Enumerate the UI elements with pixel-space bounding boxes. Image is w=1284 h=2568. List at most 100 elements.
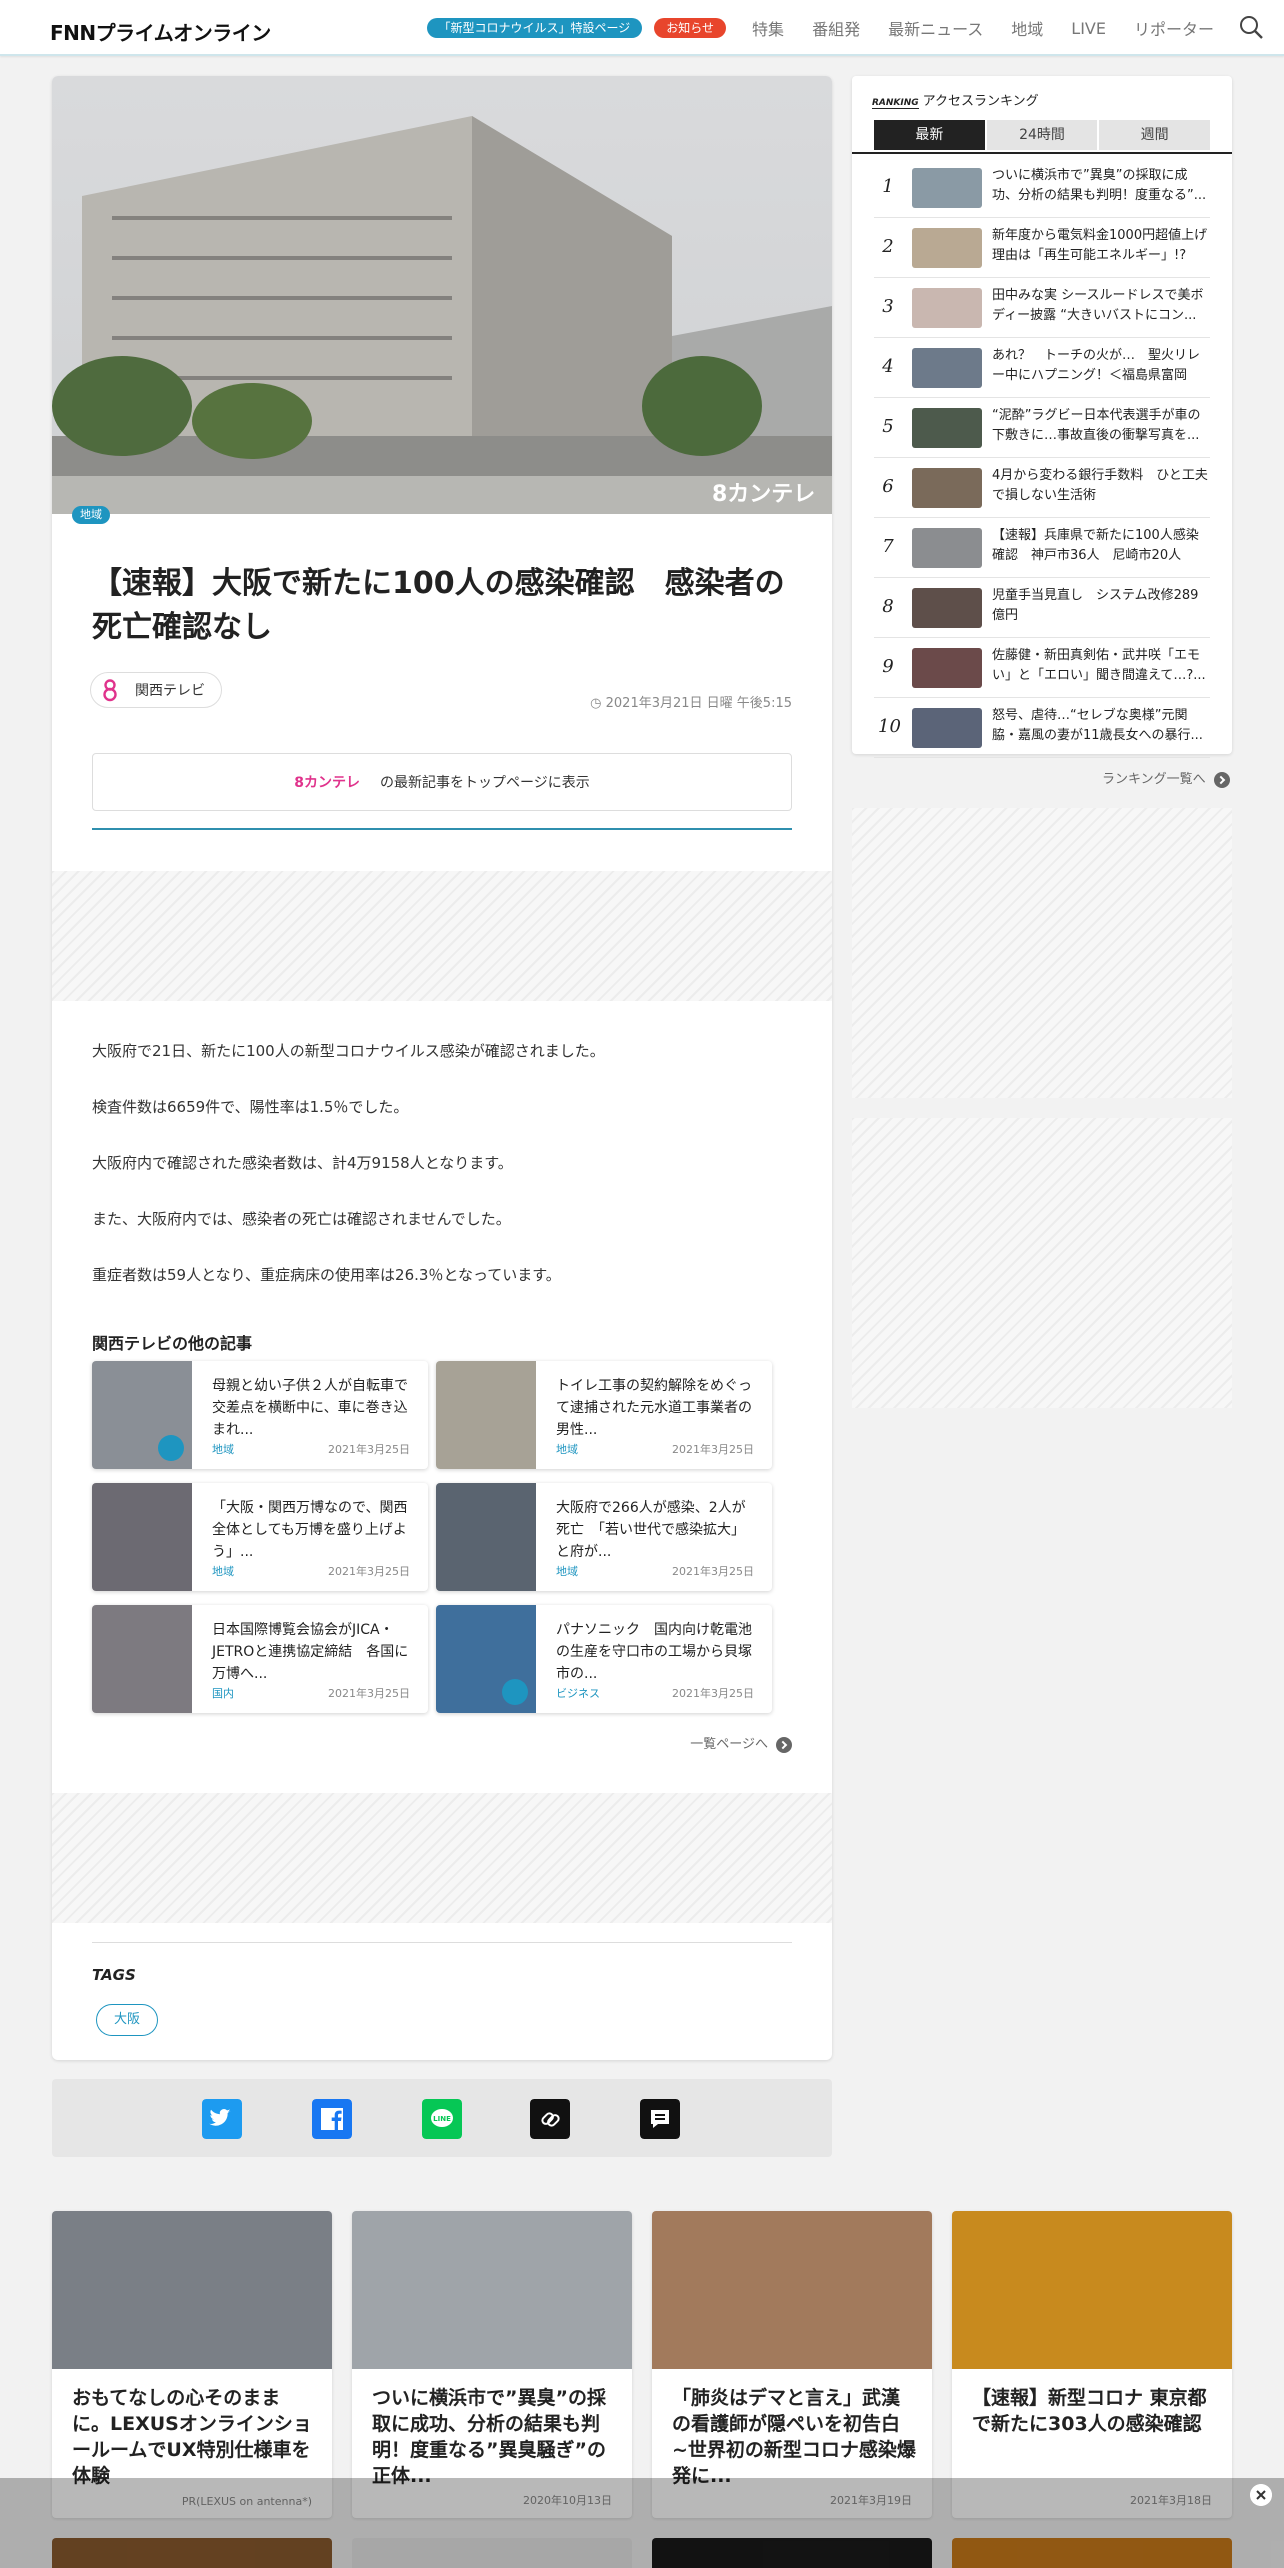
- area-badge[interactable]: 地域: [72, 506, 110, 524]
- twitter-icon[interactable]: [202, 2099, 242, 2139]
- nav-item-reporter[interactable]: リポーター: [1134, 16, 1214, 40]
- recommend-card[interactable]: おもてなしの心そのままに。LEXUSオンラインショールームでUX特別仕様車を体験…: [52, 2211, 332, 2518]
- ranking-item[interactable]: 6 4月から変わる銀行手数料 ひと工夫で損しない生活術: [874, 458, 1210, 518]
- rank-number: 3: [882, 296, 894, 317]
- ranking-item[interactable]: 8 児童手当見直し システム改修289億円: [874, 578, 1210, 638]
- ranking-heading: RANKING アクセスランキング: [872, 90, 1039, 109]
- nav-item-features[interactable]: 特集: [752, 16, 784, 40]
- paragraph: 大阪府内で確認された感染者数は、計4万9158人となります。: [92, 1154, 513, 1172]
- covid-special-pill[interactable]: 「新型コロナウイルス」特設ページ: [426, 18, 643, 38]
- ranking-item[interactable]: 5 “泥酔”ラグビー日本代表選手が車の下敷きに…事故直後の衝撃写真を...: [874, 398, 1210, 458]
- ranking-thumb: [912, 648, 982, 688]
- related-date: 2021年3月25日: [672, 1565, 754, 1578]
- related-date: 2021年3月25日: [328, 1565, 410, 1578]
- related-category: 地域: [212, 1443, 234, 1456]
- related-date: 2021年3月25日: [328, 1443, 410, 1456]
- ranking-title: あれ？ トーチの火が… 聖火リレー中にハプニング！＜福島県富岡町...: [992, 348, 1201, 383]
- recommend-card[interactable]: ついに横浜市で”異臭”の採取に成功、分析の結果も判明！度重なる”異臭騒ぎ”の正体…: [352, 2211, 632, 2518]
- close-icon[interactable]: [1250, 2484, 1272, 2506]
- related-thumb: [92, 1605, 192, 1713]
- related-thumb: [92, 1483, 192, 1591]
- facebook-icon[interactable]: [312, 2099, 352, 2139]
- ranking-item[interactable]: 1 ついに横浜市で”異臭”の採取に成功、分析の結果も判明！度重なる”...: [874, 158, 1210, 218]
- main-nav: 「新型コロナウイルス」特設ページ お知らせ 特集 番組発 最新ニュース 地域 L…: [426, 0, 1228, 56]
- recommend-card[interactable]: 【速報】新型コロナ 東京都で新たに303人の感染確認 2021年3月18日: [952, 2211, 1232, 2518]
- ranking-item[interactable]: 10 怒号、虐待…“セレブな奥様”元関脇・嘉風の妻が11歳長女への暴行...: [874, 698, 1210, 758]
- source-name: 関西テレビ: [135, 683, 205, 699]
- publish-date-text: 2021年3月21日 日曜 午後5:15: [605, 696, 792, 711]
- article-body: 大阪府で21日、新たに100人の新型コロナウイルス感染が確認されました。 検査件…: [92, 1040, 792, 1320]
- card-title: ついに横浜市で”異臭”の採取に成功、分析の結果も判明！度重なる”異臭騒ぎ”の正体…: [372, 2387, 606, 2487]
- related-card[interactable]: 母親と幼い子供２人が自転車で交差点を横断中に、車に巻き込まれ... 地域 202…: [92, 1361, 428, 1469]
- ad-slot: [52, 1793, 832, 1923]
- chevron-right-icon: [776, 1736, 792, 1753]
- ranking-thumb: [912, 288, 982, 328]
- related-title: 「大阪・関西万博なので、関西全体としても万博を盛り上げよう」...: [212, 1500, 408, 1560]
- ad-slot: [852, 808, 1232, 1098]
- ranking-tabs: 最新 24時間 週間: [874, 120, 1211, 152]
- tags-heading: TAGS: [92, 1966, 136, 1984]
- divider: [92, 828, 792, 830]
- copy-link-icon[interactable]: [530, 2099, 570, 2139]
- more-articles-link-text: 一覧ページへ: [690, 1737, 768, 1752]
- nav-item-live[interactable]: LIVE: [1071, 19, 1106, 38]
- rank-number: 7: [882, 536, 894, 557]
- related-card[interactable]: トイレ工事の契約解除をめぐって逮捕された元水道工事業者の男性... 地域 202…: [436, 1361, 772, 1469]
- rank-number: 1: [882, 176, 894, 197]
- ranking-item[interactable]: 3 田中みな実 シースルードレスで美ボディー披露 “大きいバストにコン...: [874, 278, 1210, 338]
- more-articles-link[interactable]: 一覧ページへ: [690, 1733, 792, 1753]
- ranking-title: アクセスランキング: [922, 94, 1039, 109]
- rank-number: 9: [882, 656, 894, 677]
- ktv-mark-icon: 8: [294, 775, 304, 791]
- ranking-title: 4月から変わる銀行手数料 ひと工夫で損しない生活術: [992, 468, 1208, 503]
- notice-pill[interactable]: お知らせ: [654, 18, 727, 38]
- ranking-item[interactable]: 7 【速報】兵庫県で新たに100人感染確認 神戸市36人 尼崎市20人 西...: [874, 518, 1210, 578]
- related-date: 2021年3月25日: [672, 1687, 754, 1700]
- related-category: 国内: [212, 1687, 234, 1700]
- card-image: [652, 2211, 932, 2369]
- video-icon: [502, 1679, 528, 1705]
- ranking-thumb: [912, 468, 982, 508]
- nav-item-latest[interactable]: 最新ニュース: [888, 16, 983, 40]
- recommend-card[interactable]: 「肺炎はデマと言え」武漢の看護師が隠ぺいを初告白 ~世界初の新型コロナ感染爆発に…: [652, 2211, 932, 2518]
- related-card[interactable]: 日本国際博覧会協会がJICA・JETROと連携協定締結 各国に万博へ... 国内…: [92, 1605, 428, 1713]
- tab-weekly[interactable]: 週間: [1099, 120, 1211, 150]
- related-card[interactable]: パナソニック 国内向け乾電池の生産を守口市の工場から貝塚市の... ビジネス 2…: [436, 1605, 772, 1713]
- card-title: 【速報】新型コロナ 東京都で新たに303人の感染確認: [972, 2387, 1207, 2435]
- ranking-item[interactable]: 4 あれ？ トーチの火が… 聖火リレー中にハプニング！＜福島県富岡町...: [874, 338, 1210, 398]
- related-card[interactable]: 大阪府で266人が感染、2人が死亡 「若い世代で感染拡大」と府が... 地域 2…: [436, 1483, 772, 1591]
- ranking-thumb: [912, 528, 982, 568]
- search-icon[interactable]: [1238, 14, 1264, 40]
- tab-latest[interactable]: 最新: [874, 120, 985, 150]
- rank-number: 2: [882, 236, 894, 257]
- related-date: 2021年3月25日: [672, 1443, 754, 1456]
- ranking-item[interactable]: 9 佐藤健・新田真剣佑・武井咲「エモい」と「エロい」聞き間違えて…?...: [874, 638, 1210, 698]
- related-thumb: [436, 1361, 536, 1469]
- nav-item-programs[interactable]: 番組発: [812, 16, 860, 40]
- nav-item-region[interactable]: 地域: [1011, 16, 1043, 40]
- tab-24h[interactable]: 24時間: [986, 120, 1098, 150]
- paragraph: 大阪府で21日、新たに100人の新型コロナウイルス感染が確認されました。: [92, 1042, 605, 1060]
- related-card[interactable]: 「大阪・関西万博なので、関西全体としても万博を盛り上げよう」... 地域 202…: [92, 1483, 428, 1591]
- rank-number: 10: [878, 716, 901, 737]
- related-thumb: [436, 1483, 536, 1591]
- card-title: 「肺炎はデマと言え」武漢の看護師が隠ぺいを初告白 ~世界初の新型コロナ感染爆発に…: [672, 2387, 920, 2487]
- tag-osaka[interactable]: 大阪: [96, 2004, 158, 2036]
- site-logo[interactable]: FNNプライムオンライン: [50, 17, 271, 46]
- ranking-item[interactable]: 2 新年度から電気料金1000円超値上げ 理由は「再生可能エネルギー」!?あ...: [874, 218, 1210, 278]
- ktv-logo-icon: [103, 679, 117, 702]
- related-category: 地域: [212, 1565, 234, 1578]
- paragraph: 重症者数は59人となり、重症病床の使用率は26.3％となっています。: [92, 1266, 561, 1284]
- ranking-thumb: [912, 588, 982, 628]
- ad-slot: [852, 1118, 1232, 1408]
- article-title: 【速報】大阪で新たに100人の感染確認 感染者の死亡確認なし: [92, 566, 785, 645]
- ranking-more-link[interactable]: ランキング一覧へ: [1102, 768, 1230, 788]
- pin-to-top-button[interactable]: 8カンテレ の最新記事をトップページに表示: [92, 753, 792, 811]
- chevron-right-icon: [1213, 771, 1230, 788]
- site-header: FNNプライムオンライン 「新型コロナウイルス」特設ページ お知らせ 特集 番組…: [0, 0, 1284, 56]
- comment-icon[interactable]: [640, 2099, 680, 2139]
- share-bar: LINE: [52, 2079, 832, 2157]
- line-icon[interactable]: LINE: [422, 2099, 462, 2139]
- card-image: [352, 2211, 632, 2369]
- source-chip[interactable]: 関西テレビ: [90, 672, 222, 708]
